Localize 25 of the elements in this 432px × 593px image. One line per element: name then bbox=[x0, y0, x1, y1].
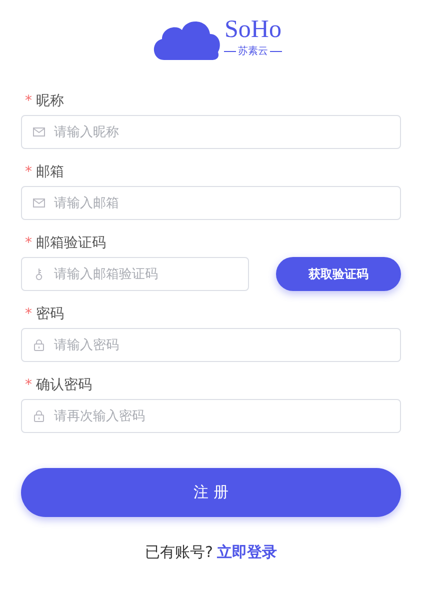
field-label: 昵称 bbox=[36, 92, 64, 110]
input-field[interactable]: 请输入昵称 bbox=[21, 115, 401, 149]
lock-icon bbox=[32, 409, 46, 423]
required-mark: * bbox=[25, 235, 32, 251]
lock-icon bbox=[32, 338, 46, 352]
mail-icon bbox=[32, 125, 46, 139]
field-label: 密码 bbox=[36, 305, 64, 323]
field-label: 确认密码 bbox=[36, 376, 92, 394]
input-field[interactable]: 请再次输入密码 bbox=[21, 399, 401, 433]
input-field[interactable]: 请输入密码 bbox=[21, 328, 401, 362]
field-label: 邮箱 bbox=[36, 163, 64, 181]
login-link[interactable]: 立即登录 bbox=[216, 543, 277, 562]
required-mark: * bbox=[25, 93, 32, 109]
required-mark: * bbox=[25, 306, 32, 322]
required-mark: * bbox=[25, 164, 32, 180]
input-field[interactable]: 请输入邮箱验证码 bbox=[21, 257, 249, 291]
footer-text: 已有账号? bbox=[145, 543, 213, 562]
required-mark: * bbox=[25, 377, 32, 393]
get-code-button[interactable]: 获取验证码 bbox=[276, 257, 401, 291]
input-field[interactable]: 请输入邮箱 bbox=[21, 186, 401, 220]
register-button[interactable]: 注 册 bbox=[21, 468, 401, 517]
logo-subtitle: 苏素云 bbox=[238, 44, 268, 58]
field-label: 邮箱验证码 bbox=[36, 234, 106, 252]
logo-name: SoHo bbox=[224, 16, 282, 44]
mail-icon bbox=[32, 196, 46, 210]
